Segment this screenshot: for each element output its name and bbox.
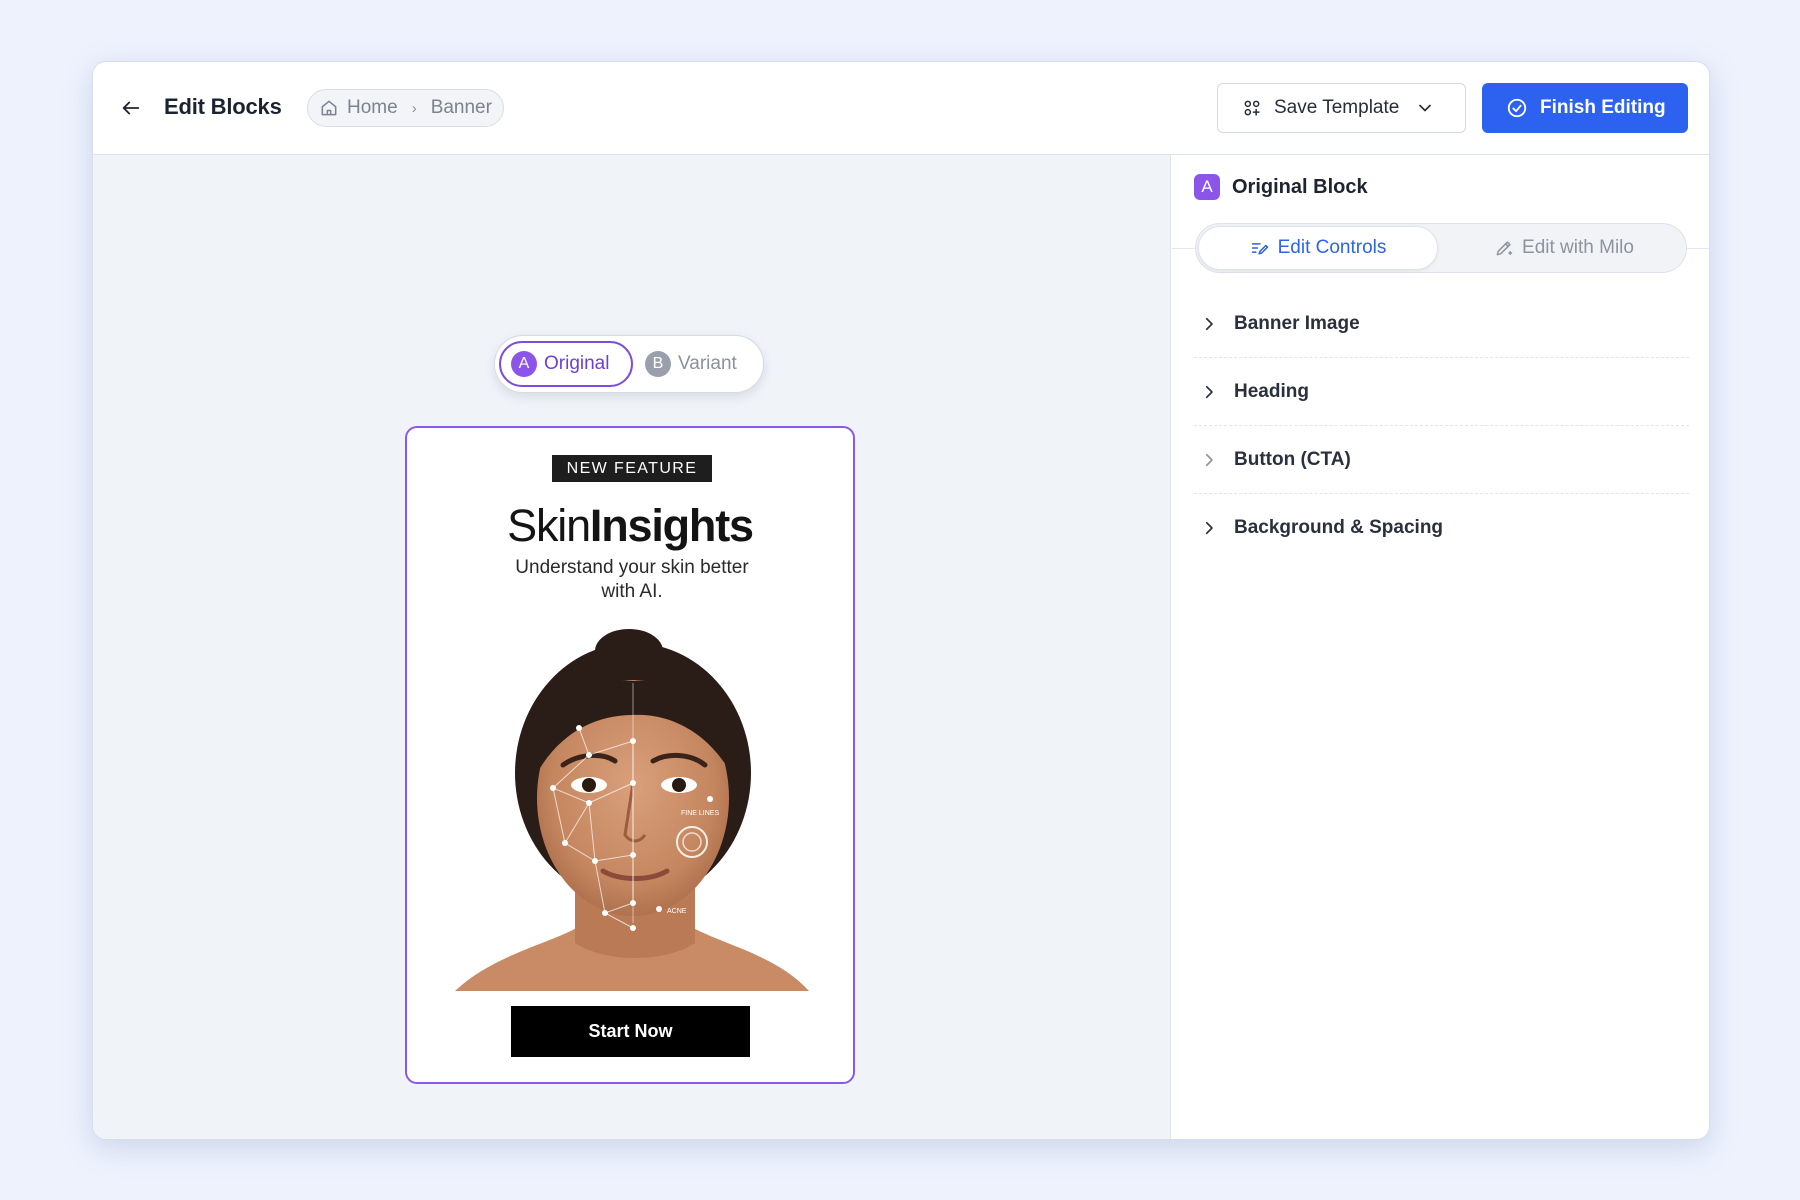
face-scan-illustration: FINE LINES ACNE	[455, 629, 809, 991]
fine-lines-label: FINE LINES	[681, 810, 719, 817]
arrow-left-icon	[122, 101, 140, 115]
variant-badge-b: B	[645, 351, 671, 377]
section-background-spacing[interactable]: Background & Spacing	[1194, 494, 1689, 562]
banner-image[interactable]: FINE LINES ACNE	[455, 623, 809, 991]
acne-label: ACNE	[667, 908, 687, 915]
banner-subtitle: Understand your skin better with AI.	[515, 557, 749, 602]
chevron-right-icon	[1205, 385, 1213, 398]
breadcrumb: Home › Banner	[307, 89, 504, 127]
variant-toggle: A Original B Variant	[494, 335, 764, 393]
section-banner-image[interactable]: Banner Image	[1194, 290, 1689, 358]
page-title: Edit Blocks	[164, 94, 282, 119]
tab-edit-controls-label: Edit Controls	[1277, 237, 1387, 258]
preview-canvas: A Original B Variant NEW FEATURE SkinIns…	[93, 155, 1171, 1139]
template-grid-icon	[1244, 100, 1260, 116]
panel-title: Original Block	[1232, 175, 1368, 198]
section-label: Heading	[1234, 380, 1309, 402]
variant-badge-a: A	[511, 351, 537, 377]
top-bar: Edit Blocks Home › Banner Save Template …	[93, 62, 1709, 155]
breadcrumb-home[interactable]: Home	[347, 97, 398, 119]
banner-heading-bold: Insights	[589, 500, 754, 551]
save-template-button[interactable]: Save Template	[1217, 83, 1466, 133]
tab-edit-with-milo[interactable]: Edit with Milo	[1444, 226, 1684, 270]
panel-tabs: Edit Controls Edit with Milo	[1195, 223, 1687, 273]
section-button-cta[interactable]: Button (CTA)	[1194, 426, 1689, 494]
banner-heading[interactable]: SkinInsights	[407, 500, 853, 552]
settings-sections: Banner Image Heading Button (CTA) Backgr…	[1194, 290, 1689, 562]
breadcrumb-banner[interactable]: Banner	[431, 97, 492, 119]
section-label: Background & Spacing	[1234, 517, 1444, 538]
variant-label-variant: Variant	[678, 353, 737, 374]
chevron-right-icon	[1205, 317, 1213, 330]
chevron-down-icon	[1419, 104, 1432, 112]
breadcrumb-separator-icon: ›	[411, 99, 417, 117]
section-heading[interactable]: Heading	[1194, 358, 1689, 426]
chevron-right-icon	[1205, 453, 1213, 466]
magic-pen-icon	[1496, 241, 1513, 256]
section-label: Button (CTA)	[1234, 448, 1351, 470]
finish-editing-label: Finish Editing	[1540, 97, 1666, 118]
tab-edit-with-milo-label: Edit with Milo	[1522, 237, 1634, 258]
save-template-label: Save Template	[1274, 97, 1400, 118]
sliders-pen-icon	[1251, 243, 1268, 255]
variant-option-original[interactable]: A Original	[499, 341, 633, 387]
banner-cta-button[interactable]: Start Now	[511, 1006, 750, 1057]
back-button[interactable]	[115, 92, 147, 124]
tab-edit-controls[interactable]: Edit Controls	[1198, 226, 1438, 270]
editor-window: Edit Blocks Home › Banner Save Template …	[92, 61, 1710, 1140]
panel-header: A Original Block	[1194, 174, 1368, 200]
section-label: Banner Image	[1234, 312, 1360, 334]
banner-heading-light: Skin	[507, 500, 591, 551]
chevron-right-icon	[1205, 521, 1213, 535]
banner-tag: NEW FEATURE	[552, 455, 712, 482]
block-settings-panel: A Original Block Edit Controls Edit with…	[1172, 155, 1709, 1139]
banner-block[interactable]: NEW FEATURE SkinInsights Understand your…	[405, 426, 855, 1084]
home-icon	[321, 100, 337, 116]
block-badge-a: A	[1194, 174, 1220, 200]
finish-editing-button[interactable]: Finish Editing	[1482, 83, 1688, 133]
variant-label-original: Original	[544, 353, 610, 374]
check-circle-icon	[1507, 98, 1527, 118]
variant-option-variant[interactable]: B Variant	[635, 341, 753, 387]
